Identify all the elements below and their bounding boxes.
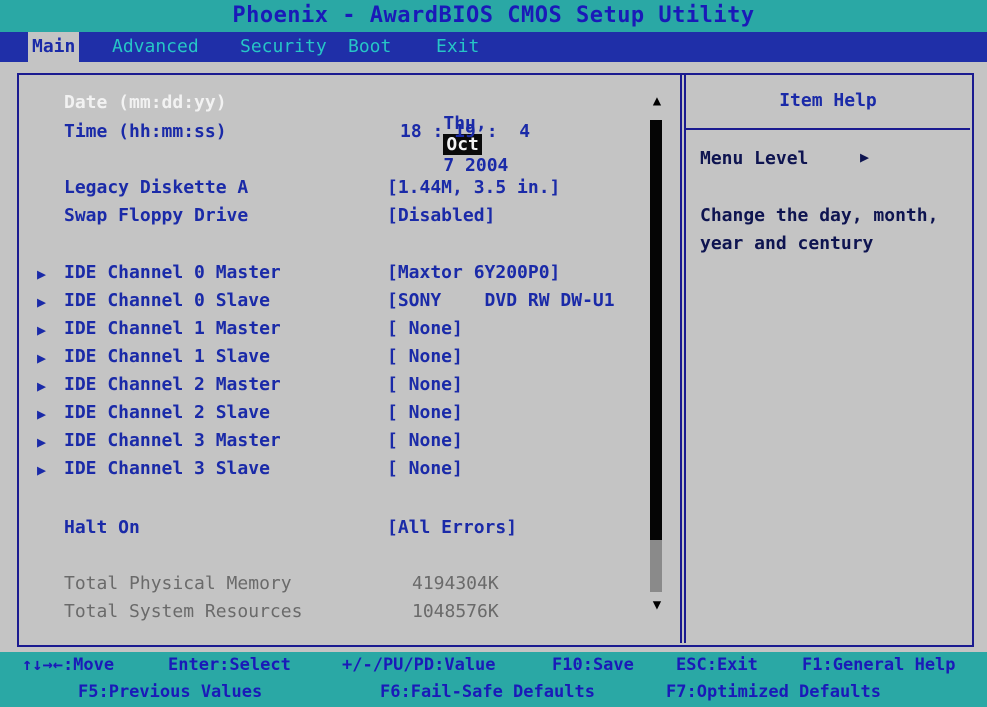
scroll-down-arrow-icon[interactable]: ▼ — [650, 597, 664, 613]
halt-on-value[interactable]: [All Errors] — [387, 517, 517, 538]
ide-0-slave-label[interactable]: IDE Channel 0 Slave — [64, 290, 270, 311]
footer-enter: Enter:Select — [168, 655, 291, 675]
panel-divider-inner — [684, 75, 686, 643]
menu-level-arrow-icon: ▶ — [860, 148, 870, 166]
menu-bar: Main Advanced Security Boot Exit — [0, 32, 987, 62]
tab-main[interactable]: Main — [28, 32, 80, 62]
time-field[interactable]: 18 : 19 : 4 — [400, 121, 530, 142]
ide-2-master-value: [ None] — [387, 374, 463, 395]
submenu-arrow-icon: ▶ — [37, 265, 47, 283]
footer-general-help: F1:General Help — [802, 655, 956, 675]
tab-advanced[interactable]: Advanced — [108, 32, 203, 62]
legacy-diskette-value[interactable]: [1.44M, 3.5 in.] — [387, 177, 560, 198]
submenu-arrow-icon: ▶ — [37, 461, 47, 479]
ide-3-slave-label[interactable]: IDE Channel 3 Slave — [64, 458, 270, 479]
panel-divider — [680, 75, 682, 643]
submenu-arrow-icon: ▶ — [37, 405, 47, 423]
footer-save: F10:Save — [552, 655, 634, 675]
total-system-resources-label: Total System Resources — [64, 601, 303, 622]
footer-esc: ESC:Exit — [676, 655, 758, 675]
ide-2-slave-label[interactable]: IDE Channel 2 Slave — [64, 402, 270, 423]
footer-value: +/-/PU/PD:Value — [342, 655, 496, 675]
submenu-arrow-icon: ▶ — [37, 377, 47, 395]
item-help-title: Item Help — [779, 90, 877, 111]
submenu-arrow-icon: ▶ — [37, 293, 47, 311]
date-label: Date (mm:dd:yy) — [64, 92, 227, 113]
ide-0-master-label[interactable]: IDE Channel 0 Master — [64, 262, 281, 283]
swap-floppy-label: Swap Floppy Drive — [64, 205, 249, 226]
scrollbar-track[interactable] — [650, 120, 662, 592]
submenu-arrow-icon: ▶ — [37, 321, 47, 339]
tab-security[interactable]: Security — [236, 32, 331, 62]
halt-on-label: Halt On — [64, 517, 140, 538]
total-physical-memory-value: 4194304K — [412, 573, 499, 594]
ide-0-slave-value: [SONY DVD RW DW-U1 — [387, 290, 615, 311]
scroll-up-arrow-icon[interactable]: ▲ — [650, 93, 664, 109]
tab-exit[interactable]: Exit — [432, 32, 483, 62]
ide-3-master-value: [ None] — [387, 430, 463, 451]
menu-level-label: Menu Level — [700, 148, 809, 169]
tab-boot[interactable]: Boot — [344, 32, 395, 62]
ide-3-slave-value: [ None] — [387, 458, 463, 479]
legacy-diskette-label: Legacy Diskette A — [64, 177, 249, 198]
help-separator — [686, 128, 970, 130]
submenu-arrow-icon: ▶ — [37, 349, 47, 367]
ide-2-master-label[interactable]: IDE Channel 2 Master — [64, 374, 281, 395]
scrollbar-thumb[interactable] — [650, 540, 662, 592]
footer-previous-values: F5:Previous Values — [78, 682, 263, 702]
total-system-resources-value: 1048576K — [412, 601, 499, 622]
total-physical-memory-label: Total Physical Memory — [64, 573, 292, 594]
footer-fail-safe: F6:Fail-Safe Defaults — [380, 682, 595, 702]
ide-1-master-label[interactable]: IDE Channel 1 Master — [64, 318, 281, 339]
ide-1-master-value: [ None] — [387, 318, 463, 339]
ide-2-slave-value: [ None] — [387, 402, 463, 423]
help-description-line-2: year and century — [700, 233, 874, 254]
swap-floppy-value[interactable]: [Disabled] — [387, 205, 495, 226]
help-description-line-1: Change the day, month, — [700, 205, 939, 226]
footer-move: ↑↓→←:Move — [22, 655, 115, 675]
time-label: Time (hh:mm:ss) — [64, 121, 227, 142]
date-rest[interactable]: 7 2004 — [443, 155, 508, 176]
ide-1-slave-label[interactable]: IDE Channel 1 Slave — [64, 346, 270, 367]
ide-0-master-value: [Maxtor 6Y200P0] — [387, 262, 561, 283]
footer-bar: ↑↓→←:Move Enter:Select +/-/PU/PD:Value F… — [0, 652, 987, 707]
bios-setup-screen: Phoenix - AwardBIOS CMOS Setup Utility M… — [0, 0, 987, 707]
app-title: Phoenix - AwardBIOS CMOS Setup Utility — [0, 0, 987, 32]
ide-1-slave-value: [ None] — [387, 346, 463, 367]
footer-optimized: F7:Optimized Defaults — [666, 682, 881, 702]
submenu-arrow-icon: ▶ — [37, 433, 47, 451]
ide-3-master-label[interactable]: IDE Channel 3 Master — [64, 430, 281, 451]
